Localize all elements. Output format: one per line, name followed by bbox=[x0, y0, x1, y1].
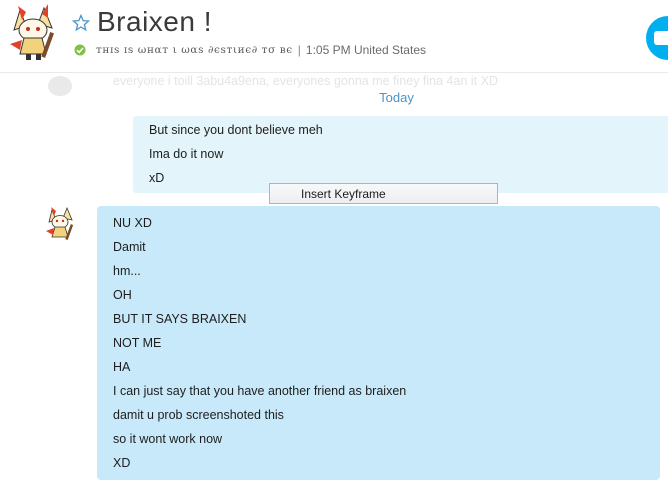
contact-name: Braixen ! bbox=[97, 6, 212, 37]
outgoing-message-bubble[interactable]: But since you dont believe meh Ima do it… bbox=[133, 116, 668, 193]
context-menu-label: Insert Keyframe bbox=[301, 187, 386, 201]
context-menu-item-insert-keyframe[interactable]: Insert Keyframe bbox=[269, 183, 498, 204]
message-text: NU XD bbox=[113, 216, 152, 230]
message-text: HA bbox=[113, 360, 131, 374]
message-text: XD bbox=[113, 456, 131, 470]
chat-window: Braixen ! ᴛʜɪs ɪs ωнαт ι ωαѕ ∂єѕтιиє∂ тσ… bbox=[0, 0, 668, 481]
message-text: xD bbox=[149, 171, 165, 185]
contact-avatar[interactable] bbox=[6, 4, 64, 62]
local-time: 1:05 PM United States bbox=[305, 43, 426, 57]
message-text: NOT ME bbox=[113, 336, 162, 350]
sender-avatar[interactable] bbox=[45, 206, 77, 242]
message-text: hm... bbox=[113, 264, 141, 278]
message-text: I can just say that you have another fri… bbox=[113, 384, 407, 398]
video-call-button[interactable] bbox=[646, 16, 668, 60]
incoming-message-bubble[interactable]: NU XD Damit hm... OH BUT IT SAYS BRAIXEN… bbox=[97, 206, 660, 480]
message-text: Damit bbox=[113, 240, 146, 254]
message-text: Ima do it now bbox=[149, 147, 224, 161]
status-line: ᴛʜɪs ɪs ωнαт ι ωαѕ ∂єѕтιиє∂ тσ вє | 1:05… bbox=[74, 43, 426, 57]
message-text: damit u prob screenshoted this bbox=[113, 408, 284, 422]
day-separator: Today bbox=[379, 90, 414, 105]
mood-message: ᴛʜɪs ɪs ωнαт ι ωαѕ ∂єѕтιиє∂ тσ вє bbox=[96, 44, 293, 56]
favorite-star-icon[interactable] bbox=[72, 14, 90, 32]
separator: | bbox=[297, 43, 301, 57]
message-text: BUT IT SAYS BRAIXEN bbox=[113, 312, 247, 326]
message-text: so it wont work now bbox=[113, 432, 223, 446]
online-status-icon bbox=[74, 44, 86, 56]
conversation-header: Braixen ! ᴛʜɪs ɪs ωнαт ι ωαѕ ∂єѕтιиє∂ тσ… bbox=[0, 0, 668, 73]
message-text: OH bbox=[113, 288, 132, 302]
faded-previous-message: everyone i toill 3abu4a9ena, everyones g… bbox=[113, 74, 498, 88]
message-text: But since you dont believe meh bbox=[149, 123, 323, 137]
message-history[interactable]: everyone i toill 3abu4a9ena, everyones g… bbox=[0, 72, 668, 481]
